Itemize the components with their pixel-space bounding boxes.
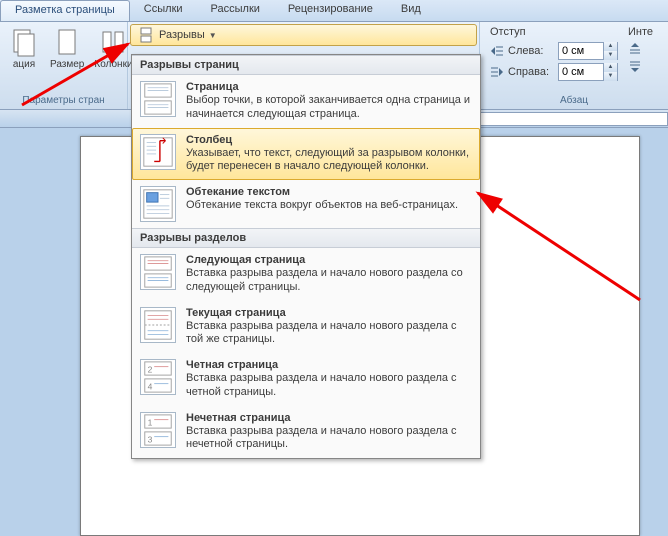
breaks-label: Разрывы (159, 29, 205, 41)
columns-label: Колонки (94, 59, 132, 70)
dropdown-section-section-breaks: Разрывы разделов (132, 228, 480, 248)
orientation-label: ация (13, 59, 35, 70)
menu-item-desc: Вставка разрыва раздела и начало нового … (186, 320, 472, 348)
menu-item-next-page[interactable]: Следующая страница Вставка разрыва разде… (132, 248, 480, 301)
menu-item-column-break[interactable]: Столбец Указывает, что текст, следующий … (132, 128, 480, 181)
size-icon (51, 26, 83, 58)
menu-item-title: Обтекание текстом (186, 186, 472, 198)
ribbon-tabs: Разметка страницы Ссылки Рассылки Реценз… (0, 0, 668, 22)
next-page-icon (140, 254, 176, 290)
spin-down[interactable]: ▼ (603, 51, 617, 60)
menu-item-text-wrapping[interactable]: Обтекание текстом Обтекание текста вокру… (132, 180, 480, 228)
orientation-icon (8, 26, 40, 58)
size-button[interactable]: Размер (46, 24, 88, 72)
spin-up[interactable]: ▲ (603, 42, 617, 51)
size-label: Размер (50, 59, 84, 70)
breaks-button[interactable]: Разрывы ▼ (130, 24, 477, 46)
spin-up[interactable]: ▲ (603, 63, 617, 72)
menu-item-desc: Вставка разрыва раздела и начало нового … (186, 425, 472, 453)
menu-item-continuous[interactable]: Текущая страница Вставка разрыва раздела… (132, 301, 480, 354)
text-wrapping-icon (140, 186, 176, 222)
tab-view[interactable]: Вид (387, 0, 435, 21)
spacing-before-icon (628, 42, 642, 56)
menu-item-desc: Выбор точки, в которой заканчивается одн… (186, 94, 472, 122)
columns-icon (97, 26, 129, 58)
paragraph-group-label: Абзац (484, 94, 664, 107)
tab-review[interactable]: Рецензирование (274, 0, 387, 21)
page-setup-group-label: Параметры стран (4, 94, 123, 107)
menu-item-desc: Указывает, что текст, следующий за разры… (186, 147, 472, 175)
menu-item-title: Четная страница (186, 359, 472, 371)
indent-title: Отступ (490, 26, 618, 38)
indent-right-label: Справа: (508, 66, 554, 78)
svg-text:2: 2 (148, 364, 153, 374)
menu-item-page-break[interactable]: Страница Выбор точки, в которой заканчив… (132, 75, 480, 128)
even-page-icon: 24 (140, 359, 176, 395)
odd-page-icon: 13 (140, 412, 176, 448)
breaks-dropdown: Разрывы страниц Страница Выбор точки, в … (131, 54, 481, 459)
menu-item-title: Страница (186, 81, 472, 93)
breaks-icon (139, 27, 155, 43)
dropdown-section-page-breaks: Разрывы страниц (132, 55, 480, 75)
indent-left-spinner[interactable]: ▲▼ (558, 42, 618, 60)
menu-item-title: Следующая страница (186, 254, 472, 266)
indent-right-input[interactable] (559, 65, 603, 79)
menu-item-desc: Вставка разрыва раздела и начало нового … (186, 267, 472, 295)
chevron-down-icon: ▼ (209, 31, 217, 40)
svg-text:3: 3 (148, 434, 153, 444)
tab-mailings[interactable]: Рассылки (197, 0, 274, 21)
orientation-button[interactable]: ация (4, 24, 44, 72)
spacing-title: Инте (628, 26, 653, 38)
menu-item-odd-page[interactable]: 13 Нечетная страница Вставка разрыва раз… (132, 406, 480, 459)
indent-left-icon (490, 44, 504, 58)
indent-left-label: Слева: (508, 45, 554, 57)
tab-links[interactable]: Ссылки (130, 0, 197, 21)
menu-item-desc: Обтекание текста вокруг объектов на веб-… (186, 199, 472, 213)
tab-page-layout[interactable]: Разметка страницы (0, 0, 130, 21)
page-break-icon (140, 81, 176, 117)
menu-item-title: Текущая страница (186, 307, 472, 319)
menu-item-desc: Вставка разрыва раздела и начало нового … (186, 372, 472, 400)
indent-right-spinner[interactable]: ▲▼ (558, 63, 618, 81)
spacing-after-icon (628, 59, 642, 73)
svg-text:4: 4 (148, 381, 153, 391)
spin-down[interactable]: ▼ (603, 72, 617, 81)
menu-item-even-page[interactable]: 24 Четная страница Вставка разрыва разде… (132, 353, 480, 406)
menu-item-title: Нечетная страница (186, 412, 472, 424)
svg-text:1: 1 (148, 417, 153, 427)
indent-right-icon (490, 65, 504, 79)
indent-left-input[interactable] (559, 44, 603, 58)
column-break-icon (140, 134, 176, 170)
continuous-icon (140, 307, 176, 343)
menu-item-title: Столбец (186, 134, 472, 146)
